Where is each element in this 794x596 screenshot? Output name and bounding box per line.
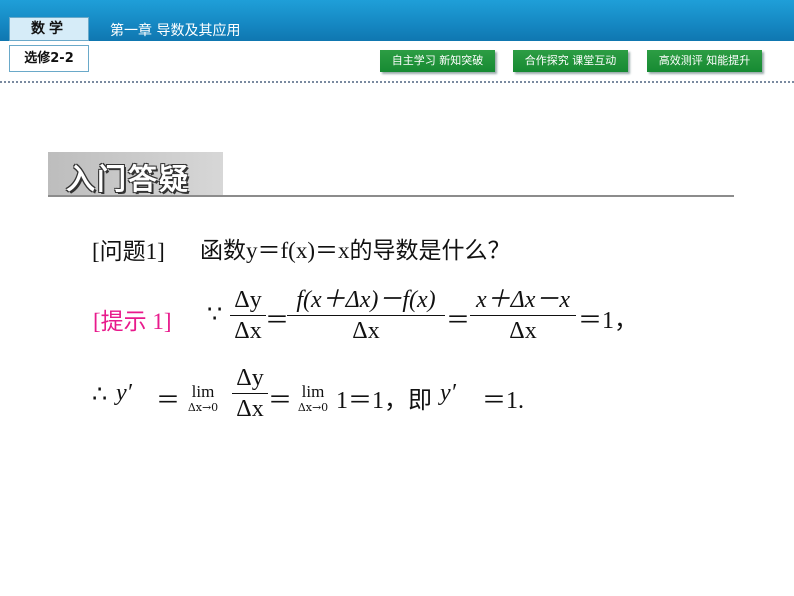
question-text: 函数y＝f(x)＝x的导数是什么？ [200,238,511,263]
fraction-dy-dx-limit: Δy Δx [232,363,268,424]
limit-operator: lim Δx→0 [180,382,226,415]
chapter-title: 第一章 导数及其应用 [110,23,241,39]
therefore-symbol: ∴ [92,382,108,408]
fraction-numerator: Δy [234,287,262,313]
y-prime-result: y′ [440,380,456,406]
nav-button-assessment[interactable]: 高效测评 知能提升 [647,50,762,72]
fraction-dy-dx: Δy Δx [230,285,266,346]
fraction-numerator: f(x＋Δx)－f(x) [296,287,436,313]
conclusion-value: 1＝1，即 [336,388,432,414]
header-divider [0,81,794,83]
final-result: ＝1. [482,388,524,414]
limit-word: lim [301,382,325,401]
y-prime: y′ [116,380,132,406]
fraction-denominator: Δx [236,396,264,422]
result-equals-one: ＝1， [578,308,638,334]
subject-label: 数学 [9,17,89,41]
section-underline [48,195,734,197]
nav-button-self-study[interactable]: 自主学习 新知突破 [380,50,495,72]
fraction-difference-quotient: f(x＋Δx)－f(x) Δx [287,285,445,346]
equals-sign: ＝ [156,388,180,414]
limit-subscript: Δx→0 [297,401,329,414]
limit-subscript: Δx→0 [187,401,219,414]
question-label: [问题1] [92,239,165,264]
fraction-denominator: Δx [509,318,537,344]
hint-label: [提示 1] [93,309,172,334]
equals-sign: ＝ [446,308,470,334]
nav-button-cooperative[interactable]: 合作探究 课堂互动 [513,50,628,72]
elective-label: 选修2-2 [9,45,89,72]
fraction-simplified: x＋Δx－x Δx [470,285,576,346]
fraction-denominator: Δx [234,318,262,344]
section-title: 入门答疑 [66,162,191,196]
because-symbol: ∵ [207,302,223,328]
fraction-numerator: Δy [236,365,264,391]
fraction-denominator: Δx [352,318,380,344]
fraction-numerator: x＋Δx－x [475,287,571,313]
limit-operator-2: lim Δx→0 [290,382,336,415]
limit-word: lim [191,382,215,401]
equals-sign: ＝ [265,308,289,334]
equals-sign: ＝ [268,388,292,414]
